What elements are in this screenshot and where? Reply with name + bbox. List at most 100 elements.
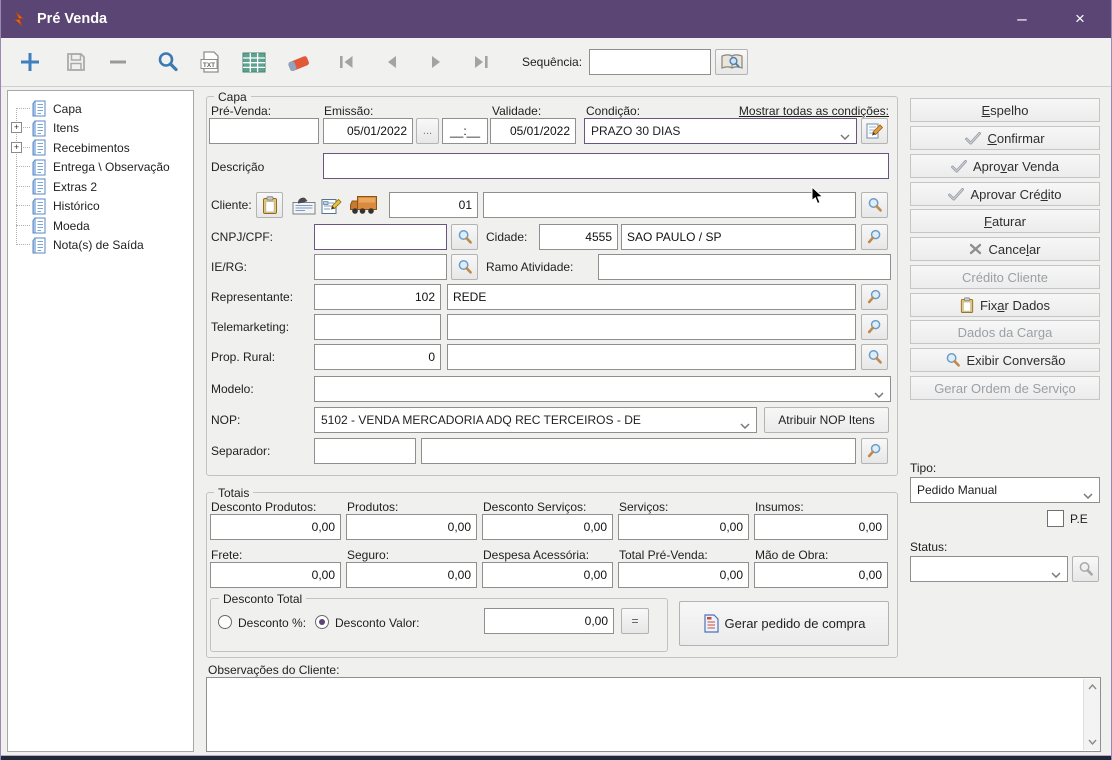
prop-rural-name-input[interactable] [447, 344, 856, 370]
separador-search-button[interactable] [861, 438, 888, 464]
minimize-button[interactable]: – [999, 0, 1045, 38]
tree-item-capa[interactable]: Capa [32, 99, 82, 118]
ie-rg-input[interactable] [314, 254, 447, 280]
tree-item-extras-2[interactable]: Extras 2 [32, 177, 97, 196]
descricao-input[interactable] [323, 153, 889, 179]
status-search-button[interactable] [1072, 556, 1099, 582]
validade-input[interactable] [490, 118, 576, 144]
produtos-input[interactable] [346, 514, 477, 540]
espelho-button[interactable]: Espelho [910, 98, 1100, 122]
nav-prev-button[interactable] [377, 38, 405, 86]
scroll-down-arrow[interactable] [1084, 734, 1100, 750]
emissao-time-input[interactable] [442, 118, 488, 144]
desconto-percent-radio[interactable] [218, 615, 232, 629]
confirmar-button[interactable]: Confirmar [910, 126, 1100, 150]
observacoes-scrollbar[interactable] [1083, 679, 1100, 750]
cliente-search-button[interactable] [861, 192, 888, 218]
modelo-select[interactable] [314, 376, 891, 402]
nav-last-button[interactable] [467, 38, 495, 86]
nop-select[interactable]: 5102 - VENDA MERCADORIA ADQ REC TERCEIRO… [314, 407, 757, 433]
telemarketing-name-input[interactable] [447, 314, 856, 340]
aprovar-credito-button[interactable]: Aprovar Crédito [910, 182, 1100, 206]
add-button[interactable] [16, 38, 44, 86]
cliente-card-icon[interactable] [292, 196, 316, 218]
sequence-lookup-button[interactable] [715, 49, 748, 75]
erase-button[interactable] [284, 38, 312, 86]
frete-input[interactable] [210, 562, 341, 588]
pe-checkbox[interactable] [1047, 510, 1064, 527]
txt-export-button[interactable]: TXT [197, 38, 225, 86]
despesa-acessoria-input[interactable] [482, 562, 613, 588]
mostrar-condicoes-link[interactable]: Mostrar todas as condições: [701, 104, 889, 118]
cidade-name-input[interactable] [621, 224, 856, 250]
equals-button[interactable]: = [621, 608, 649, 634]
mao-de-obra-input[interactable] [754, 562, 888, 588]
tipo-select[interactable]: Pedido Manual [910, 477, 1100, 503]
desconto-servicos-input[interactable] [482, 514, 613, 540]
tree-item-itens[interactable]: Itens [32, 119, 79, 138]
gerar-ordem-servico-button[interactable]: Gerar Ordem de Serviço [910, 376, 1100, 400]
cliente-code-input[interactable] [389, 192, 478, 218]
credito-cliente-button[interactable]: Crédito Cliente [910, 265, 1100, 289]
grid-view-button[interactable] [240, 38, 268, 86]
representante-search-button[interactable] [861, 284, 888, 310]
ramo-atividade-input[interactable] [598, 254, 891, 280]
close-button[interactable]: × [1057, 0, 1103, 38]
status-select[interactable] [910, 556, 1068, 582]
search-button[interactable] [154, 38, 182, 86]
desconto-produtos-input[interactable] [210, 514, 341, 540]
atribuir-nop-button[interactable]: Atribuir NOP Itens [764, 407, 889, 433]
delivery-truck-icon[interactable] [349, 193, 380, 220]
cidade-code-input[interactable] [539, 224, 618, 250]
exibir-conversao-button[interactable]: Exibir Conversão [910, 348, 1100, 372]
telemarketing-search-button[interactable] [861, 314, 888, 340]
emissao-more-button[interactable]: ... [416, 118, 439, 144]
save-button[interactable] [62, 38, 90, 86]
cliente-name-input[interactable] [483, 192, 856, 218]
cnpj-cpf-input[interactable] [314, 224, 447, 250]
tree-expand-recebimentos[interactable]: + [11, 142, 22, 153]
cancelar-button[interactable]: Cancelar [910, 237, 1100, 261]
emissao-input[interactable] [323, 118, 413, 144]
sequence-input[interactable] [589, 49, 711, 75]
prop-rural-search-button[interactable] [861, 344, 888, 370]
fixar-dados-button[interactable]: Fixar Dados [910, 293, 1100, 317]
representante-code-input[interactable] [314, 284, 441, 310]
servicos-input[interactable] [618, 514, 749, 540]
tree-expand-itens[interactable]: + [11, 122, 22, 133]
prop-rural-code-input[interactable] [314, 344, 441, 370]
pre-venda-input[interactable] [209, 118, 319, 144]
cidade-search-button[interactable] [861, 224, 888, 250]
representante-name-input[interactable] [447, 284, 856, 310]
scroll-up-arrow[interactable] [1084, 679, 1100, 695]
nav-first-button[interactable] [332, 38, 360, 86]
ie-rg-search-button[interactable] [451, 254, 478, 280]
tree-item-recebimentos[interactable]: Recebimentos [32, 138, 130, 157]
condicao-select[interactable]: PRAZO 30 DIAS [584, 118, 857, 144]
insumos-input[interactable] [754, 514, 888, 540]
seguro-input[interactable] [346, 562, 477, 588]
separador-name-input[interactable] [421, 438, 856, 464]
ramo-atividade-label: Ramo Atividade: [486, 260, 573, 274]
cnpj-search-button[interactable] [451, 224, 478, 250]
remove-button[interactable] [104, 38, 132, 86]
observacoes-textarea[interactable] [206, 677, 1101, 752]
total-pre-venda-input[interactable] [618, 562, 749, 588]
tree-item-moeda[interactable]: Moeda [32, 216, 90, 235]
dados-da-carga-button[interactable]: Dados da Carga [910, 320, 1100, 344]
faturar-button[interactable]: Faturar [910, 209, 1100, 233]
condicao-edit-button[interactable] [861, 118, 888, 144]
aprovar-venda-button[interactable]: Aprovar Venda [910, 154, 1100, 178]
tree-item-historico[interactable]: Histórico [32, 197, 100, 216]
tree-item-notas-de-saida[interactable]: Nota(s) de Saída [32, 236, 144, 255]
tree-item-entrega-observacao[interactable]: Entrega \ Observação [32, 158, 170, 177]
separador-code-input[interactable] [314, 438, 416, 464]
telemarketing-code-input[interactable] [314, 314, 441, 340]
nav-next-button[interactable] [423, 38, 451, 86]
desconto-valor-input[interactable] [484, 608, 614, 634]
cliente-new-button[interactable] [256, 192, 283, 218]
ie-rg-label: IE/RG: [211, 260, 247, 274]
gerar-pedido-compra-button[interactable]: Gerar pedido de compra [679, 601, 889, 646]
desconto-valor-radio[interactable] [315, 615, 329, 629]
cliente-edit-icon[interactable] [321, 196, 342, 218]
